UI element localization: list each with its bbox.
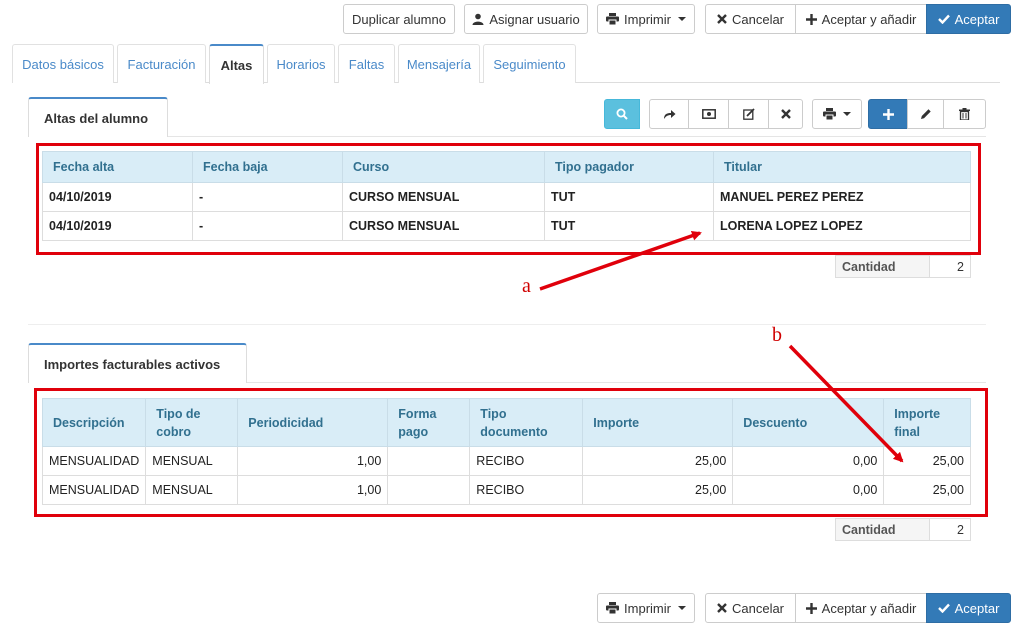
altas-count: Cantidad 2 — [835, 255, 971, 278]
highlight-box-importes — [34, 388, 988, 517]
close-icon — [780, 109, 791, 119]
count-value: 2 — [929, 518, 971, 541]
assign-user-label: Asignar usuario — [489, 11, 580, 27]
accept-and-add-label: Aceptar y añadir — [821, 11, 917, 27]
check-icon — [937, 14, 950, 24]
cancel-button[interactable]: Cancelar — [705, 4, 796, 34]
tab-mensajeria[interactable]: Mensajería — [398, 44, 480, 83]
trash-icon — [959, 108, 970, 120]
print-label: Imprimir — [624, 600, 671, 616]
main-tabs: Datos básicos Facturación Altas Horarios… — [12, 44, 1000, 84]
bottom-print-button[interactable]: Imprimir — [597, 593, 695, 623]
chevron-down-icon — [677, 606, 686, 610]
money-button[interactable] — [688, 99, 729, 129]
altas-section-tab[interactable]: Altas del alumno — [28, 97, 168, 137]
pencil-icon — [920, 108, 932, 120]
bottom-cancel-button[interactable]: Cancelar — [705, 593, 796, 623]
count-label: Cantidad — [835, 255, 930, 278]
cancel-label: Cancelar — [731, 600, 785, 616]
share-button[interactable] — [649, 99, 689, 129]
plus-icon — [805, 602, 817, 614]
accept-and-add-label: Aceptar y añadir — [821, 600, 917, 616]
importes-count: Cantidad 2 — [835, 518, 971, 541]
section-separator — [28, 324, 986, 325]
tab-faltas[interactable]: Faltas — [338, 44, 395, 83]
tab-horarios[interactable]: Horarios — [267, 44, 335, 83]
delete-x-button[interactable] — [768, 99, 803, 129]
bottom-accept-button[interactable]: Aceptar — [926, 593, 1011, 623]
cancel-label: Cancelar — [731, 11, 785, 27]
edit-square-icon — [742, 108, 755, 120]
tab-datos-basicos[interactable]: Datos básicos — [12, 44, 114, 83]
tab-altas[interactable]: Altas — [209, 44, 264, 84]
accept-and-add-button[interactable]: Aceptar y añadir — [795, 4, 927, 34]
accept-label: Aceptar — [954, 600, 1000, 616]
share-arrow-icon — [663, 109, 676, 120]
user-icon — [472, 13, 484, 25]
money-icon — [701, 109, 716, 119]
trash-button[interactable] — [943, 99, 986, 129]
section-divider — [28, 136, 986, 137]
assign-user-button[interactable]: Asignar usuario — [464, 4, 588, 34]
importes-section-tab[interactable]: Importes facturables activos — [28, 343, 247, 383]
edit-button[interactable] — [907, 99, 944, 129]
search-button[interactable] — [604, 99, 640, 129]
edit-note-button[interactable] — [728, 99, 769, 129]
printer-icon — [823, 108, 836, 120]
count-label: Cantidad — [835, 518, 930, 541]
annotation-label-b: b — [772, 324, 782, 346]
count-value: 2 — [929, 255, 971, 278]
check-icon — [937, 603, 950, 613]
plus-icon — [882, 108, 894, 120]
tab-seguimiento[interactable]: Seguimiento — [483, 44, 576, 83]
accept-label: Aceptar — [954, 11, 1000, 27]
tab-facturacion[interactable]: Facturación — [117, 44, 206, 83]
duplicate-label: Duplicar alumno — [352, 11, 446, 27]
duplicate-student-button[interactable]: Duplicar alumno — [343, 4, 455, 34]
close-icon — [717, 14, 727, 24]
print-button[interactable]: Imprimir — [597, 4, 695, 34]
bottom-accept-and-add-button[interactable]: Aceptar y añadir — [795, 593, 927, 623]
printer-icon — [606, 602, 620, 614]
plus-icon — [805, 13, 817, 25]
chevron-down-icon — [677, 17, 686, 21]
close-icon — [717, 603, 727, 613]
highlight-box-altas — [36, 143, 981, 255]
printer-icon — [606, 13, 620, 25]
accept-button[interactable]: Aceptar — [926, 4, 1011, 34]
chevron-down-icon — [843, 112, 851, 116]
add-button[interactable] — [868, 99, 908, 129]
search-icon — [616, 108, 628, 120]
annotation-label-a: a — [522, 275, 531, 297]
section-print-button[interactable] — [812, 99, 862, 129]
print-label: Imprimir — [624, 11, 671, 27]
